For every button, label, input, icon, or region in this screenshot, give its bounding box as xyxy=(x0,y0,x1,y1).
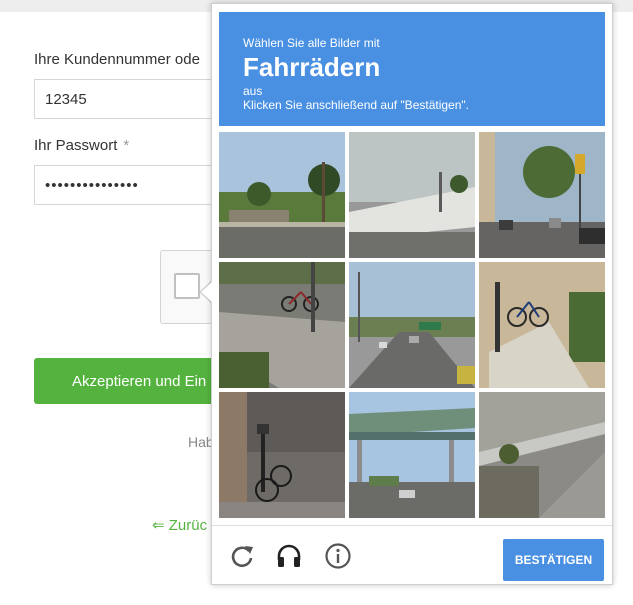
password-label: Ihr Passwort * xyxy=(34,137,129,154)
verify-button[interactable]: BESTÄTIGEN xyxy=(503,539,604,581)
instruction-line-from: aus xyxy=(243,84,263,98)
password-input[interactable] xyxy=(34,165,234,205)
hint-text: Hab xyxy=(188,434,214,450)
tile-wide-road-traffic[interactable] xyxy=(349,262,475,388)
required-marker: * xyxy=(123,137,130,154)
customer-number-label: Ihre Kundennummer ode xyxy=(34,51,200,68)
back-link[interactable]: ⇐ Zurüc xyxy=(152,516,207,534)
tile-4-image xyxy=(219,262,345,388)
tile-3-image xyxy=(479,132,605,258)
tile-9-image xyxy=(479,392,605,518)
challenge-instructions: Wählen Sie alle Bilder mit Fahrrädern au… xyxy=(219,12,605,126)
tile-7-image xyxy=(219,392,345,518)
instruction-target-object: Fahrrädern xyxy=(243,52,381,82)
tile-sidewalk-with-bicycle[interactable] xyxy=(219,262,345,388)
instruction-line-select: Wählen Sie alle Bilder mit xyxy=(243,36,380,50)
customer-number-input[interactable] xyxy=(34,79,234,119)
instruction-line-confirm: Klicken Sie anschließend auf "Bestätigen… xyxy=(243,98,469,112)
tile-city-street-traffic-light[interactable] xyxy=(479,132,605,258)
audio-icon[interactable] xyxy=(275,542,303,570)
tile-road-white-wall[interactable] xyxy=(349,132,475,258)
challenge-footer: BESTÄTIGEN xyxy=(212,525,612,586)
tile-hillside-guardrail[interactable] xyxy=(479,392,605,518)
captcha-checkbox[interactable] xyxy=(174,273,200,299)
tile-5-image xyxy=(349,262,475,388)
challenge-pointer-arrow-inner xyxy=(201,282,212,302)
info-icon[interactable] xyxy=(324,542,352,570)
password-label-text: Ihr Passwort xyxy=(34,137,118,154)
reload-icon[interactable] xyxy=(228,542,256,570)
captcha-challenge-popup: Wählen Sie alle Bilder mit Fahrrädern au… xyxy=(211,3,613,585)
tile-sidewalk-parked-bicycle[interactable] xyxy=(219,392,345,518)
tile-overpass-bridge[interactable] xyxy=(349,392,475,518)
image-tile-grid xyxy=(219,132,605,518)
tile-8-image xyxy=(349,392,475,518)
accept-and-login-button[interactable]: Akzeptieren und Ein xyxy=(34,358,234,404)
tile-6-image xyxy=(479,262,605,388)
tile-street-palm-houses[interactable] xyxy=(219,132,345,258)
tile-2-image xyxy=(349,132,475,258)
tile-1-image xyxy=(219,132,345,258)
tile-house-stairs-bicycle[interactable] xyxy=(479,262,605,388)
